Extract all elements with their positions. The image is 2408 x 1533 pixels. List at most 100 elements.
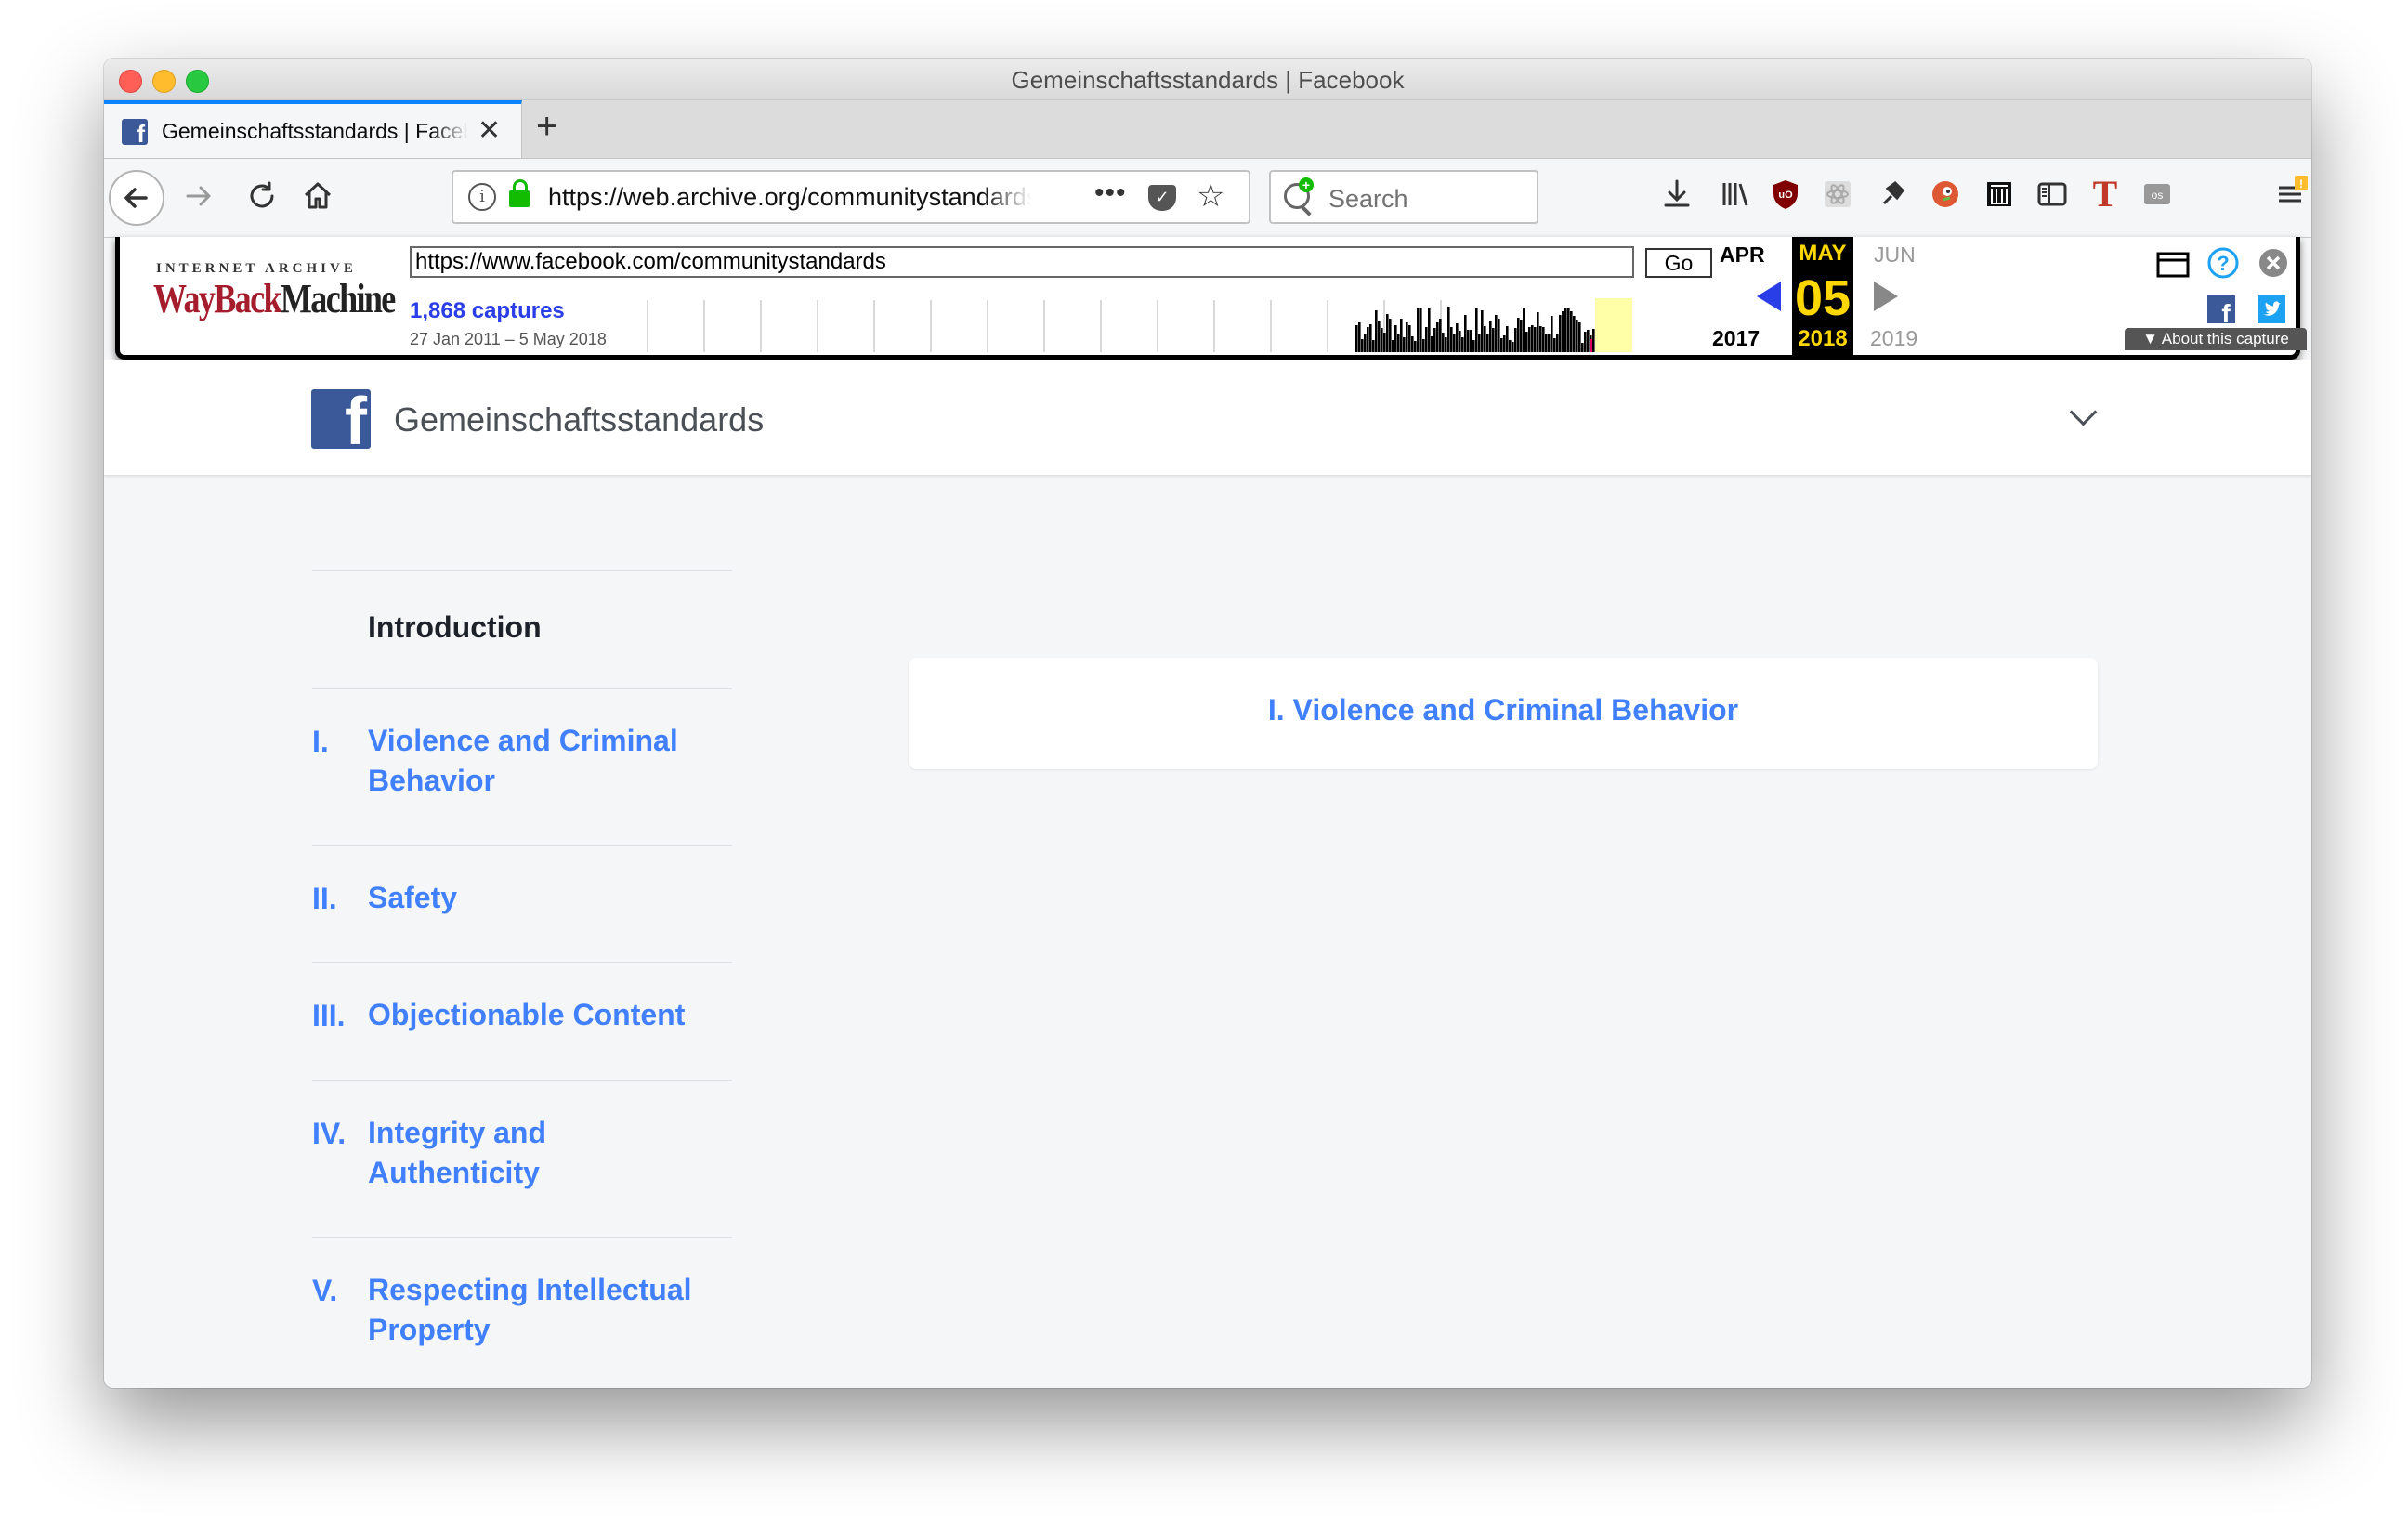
prev-year[interactable]: 2017 [1712, 326, 1760, 351]
svg-text:!: ! [2299, 177, 2303, 190]
capture-density-bar [1372, 340, 1375, 352]
react-icon[interactable] [1819, 176, 1856, 213]
ublock-icon[interactable]: uO [1767, 176, 1804, 213]
reload-icon [250, 181, 274, 208]
section-card-title[interactable]: I. Violence and Criminal Behavior [909, 693, 2098, 727]
wayback-toolbar: INTERNET ARCHIVE WayBackMachine https://… [115, 237, 2307, 360]
browser-window: Gemeinschaftsstandards | Facebook f Geme… [104, 59, 2311, 1388]
duckduckgo-icon[interactable] [1927, 176, 1964, 213]
back-button[interactable] [109, 170, 164, 226]
nav-item-objectionable[interactable]: III. Objectionable Content [312, 962, 732, 1080]
menu-icon[interactable]: ! [2272, 176, 2310, 213]
capture-density-bar [1425, 327, 1428, 352]
nav-item-number: IV. [312, 1117, 347, 1150]
capture-density-bar [1514, 328, 1517, 352]
capture-density-bar [1367, 327, 1369, 352]
pin-icon[interactable] [1873, 176, 1910, 213]
facebook-share-icon[interactable]: f [2206, 295, 2236, 332]
tab-close-icon[interactable]: ✕ [478, 114, 501, 147]
nav-intro-label: Introduction [368, 610, 542, 644]
capture-density-bar [1498, 319, 1500, 352]
help-icon[interactable]: ? [2206, 246, 2240, 287]
nav-item-integrity[interactable]: IV. Integrity and Authenticity [312, 1080, 732, 1237]
chevron-down-icon[interactable] [2069, 398, 2098, 426]
wayback-logo-part1: WayBack [153, 276, 282, 321]
capture-density-bar [1392, 340, 1394, 352]
wayback-logo[interactable]: WayBackMachine [153, 276, 396, 321]
lastpass-icon[interactable]: os [2139, 176, 2176, 213]
capture-density-bar [1495, 315, 1498, 352]
about-capture-button[interactable]: ▼ About this capture [2125, 328, 2307, 350]
capture-density-bar [1431, 336, 1433, 352]
nav-item-safety[interactable]: II. Safety [312, 845, 732, 962]
capture-density-bar [1509, 340, 1512, 352]
capture-density-bar [1456, 323, 1459, 352]
capture-density-bar [1545, 334, 1548, 352]
svg-text:uO: uO [1778, 190, 1793, 201]
nav-item-number: I. [312, 725, 329, 758]
captures-link[interactable]: 1,868 captures [410, 298, 565, 324]
wayback-go-button[interactable]: Go [1645, 248, 1712, 278]
current-capture-calendar: MAY 05 2018 [1792, 237, 1853, 355]
capture-density-bar [1523, 308, 1525, 352]
bookmark-star-icon[interactable]: ☆ [1197, 177, 1224, 215]
capture-density-bar [1584, 332, 1587, 352]
capture-density-bar [1548, 334, 1551, 352]
capture-density-bar [1551, 316, 1553, 352]
capture-density-bar [1506, 326, 1509, 352]
home-button[interactable] [299, 177, 336, 222]
reload-button[interactable] [243, 177, 281, 222]
nav-item-violence[interactable]: I. Violence and Criminal Behavior [312, 688, 732, 845]
info-icon[interactable]: i [468, 183, 496, 211]
capture-density-bar [1436, 322, 1439, 352]
capture-density-bar [1578, 322, 1581, 352]
new-tab-button[interactable]: + [536, 106, 557, 148]
capture-density-bar [1417, 308, 1420, 352]
archive-icon[interactable] [1981, 176, 2018, 213]
tab-title: Gemeinschaftsstandards | Facebook [162, 119, 468, 143]
library-icon[interactable] [1716, 176, 1753, 213]
more-icon[interactable]: ••• [1094, 177, 1127, 209]
capture-density-bar [1489, 321, 1492, 352]
capture-density-bar [1383, 333, 1386, 352]
sidebar-icon[interactable] [2034, 176, 2071, 213]
capture-density-bar [1475, 308, 1478, 352]
capture-density-bar [1411, 336, 1414, 352]
capture-density-bar [1562, 311, 1564, 352]
twitter-share-icon[interactable] [2257, 295, 2286, 332]
prev-month[interactable]: APR [1720, 242, 1765, 268]
capture-density-bar [1537, 312, 1539, 352]
current-month: MAY [1799, 241, 1847, 266]
capture-density-bar [1422, 339, 1425, 352]
browser-tab[interactable]: f Gemeinschaftsstandards | Facebook ✕ [104, 100, 522, 158]
capture-density-bar [1534, 327, 1537, 352]
capture-sparkline[interactable] [640, 296, 1643, 354]
nav-item-introduction[interactable]: Introduction [312, 570, 732, 688]
calendar-window-icon[interactable] [2156, 250, 2190, 287]
capture-density-bar [1358, 322, 1361, 352]
nav-item-label: Violence and Criminal Behavior [368, 724, 678, 797]
search-bar[interactable]: + Search [1269, 170, 1538, 224]
facebook-favicon-icon: f [122, 119, 148, 145]
pocket-icon[interactable]: ✓ [1148, 185, 1176, 211]
current-year: 2018 [1798, 326, 1848, 351]
close-toolbar-icon[interactable] [2257, 246, 2290, 287]
wayback-url-input[interactable]: https://www.facebook.com/communitystanda… [410, 246, 1634, 278]
svg-text:f: f [2221, 299, 2231, 324]
prev-capture-arrow-icon[interactable] [1757, 282, 1781, 311]
nav-item-intellectual-property[interactable]: V. Respecting Intellectual Property [312, 1237, 732, 1388]
url-bar[interactable]: i https://web.archive.org/communitystand… [452, 170, 1250, 224]
facebook-logo-icon[interactable]: f [311, 389, 371, 449]
t-icon[interactable]: T [2087, 176, 2124, 213]
capture-density-bar [1576, 320, 1578, 352]
capture-density-bar [1378, 321, 1381, 352]
capture-density-bar [1397, 334, 1400, 352]
capture-density-bar [1464, 315, 1467, 352]
nav-item-label: Respecting Intellectual Property [368, 1273, 692, 1346]
capture-density-bar [1556, 334, 1559, 352]
capture-density-bar [1364, 334, 1367, 352]
capture-density-bar [1406, 322, 1408, 352]
forward-button[interactable] [180, 177, 217, 222]
url-text[interactable]: https://web.archive.org/communitystandar… [548, 183, 1031, 212]
download-icon[interactable] [1658, 176, 1695, 213]
